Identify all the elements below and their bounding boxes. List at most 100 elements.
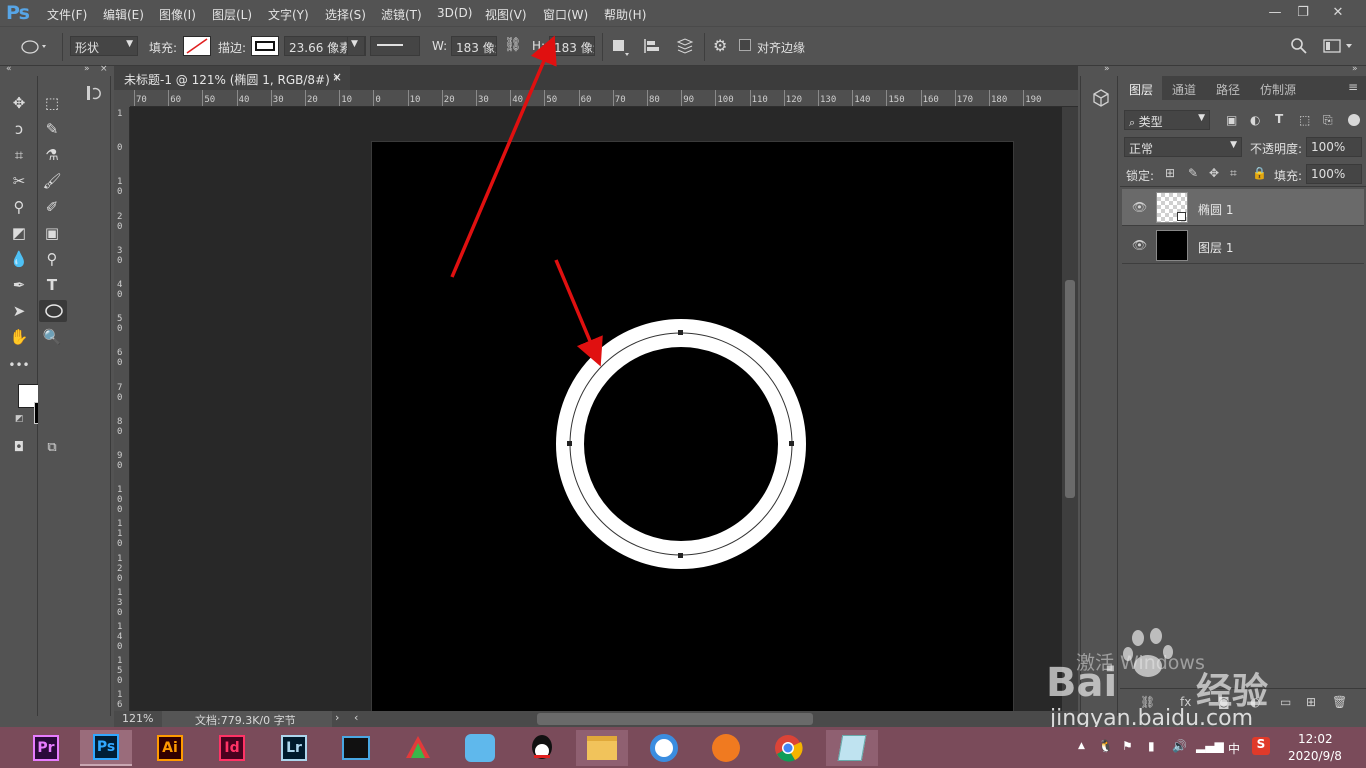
collapse-right-strip-icon[interactable]: » — [1104, 64, 1110, 74]
taskbar-lightroom[interactable]: Lr — [268, 730, 320, 766]
path-alignment-icon[interactable] — [642, 37, 664, 57]
filter-type-icon[interactable]: T — [1275, 112, 1283, 126]
stroke-swatch[interactable] — [251, 36, 279, 56]
filter-toggle-icon[interactable] — [1348, 114, 1360, 126]
tray-date[interactable]: 2020/9/8 — [1288, 749, 1342, 763]
tab-channels[interactable]: 通道 — [1163, 76, 1205, 100]
visibility-eye-icon[interactable]: 👁 — [1132, 238, 1147, 252]
status-menu-chevron-icon[interactable]: › — [335, 711, 339, 724]
layer-name[interactable]: 椭圆 1 — [1198, 201, 1233, 218]
tray-signal-icon[interactable]: ▂▄▆ — [1196, 739, 1224, 753]
tray-sogou-icon[interactable]: S — [1252, 737, 1270, 755]
close-window-button[interactable]: ✕ — [1325, 2, 1351, 22]
tray-network-flag-icon[interactable]: ⚑ — [1122, 739, 1133, 753]
fill-swatch[interactable] — [183, 36, 211, 56]
new-layer-icon[interactable]: ⊞ — [1306, 695, 1316, 709]
lasso-tool-icon[interactable]: ↄ — [7, 118, 31, 140]
add-mask-icon[interactable]: ◙ — [1218, 695, 1230, 709]
vertical-scrollbar-thumb[interactable] — [1065, 280, 1075, 498]
layer-name[interactable]: 图层 1 — [1198, 239, 1233, 256]
menu-3d[interactable]: 3D(D) — [437, 6, 472, 20]
path-arrangement-icon[interactable] — [674, 36, 698, 58]
taskbar-premiere[interactable]: Pr — [20, 730, 72, 766]
lock-artboard-icon[interactable]: ⌗ — [1230, 166, 1237, 181]
tray-time[interactable]: 12:02 — [1298, 732, 1333, 746]
horizontal-scrollbar-thumb[interactable] — [537, 713, 813, 725]
brush-tool-icon[interactable]: 🖌 — [40, 170, 64, 192]
type-tool-icon[interactable]: T — [40, 274, 64, 296]
crop-tool-icon[interactable]: ⌗ — [7, 144, 31, 166]
menu-view[interactable]: 视图(V) — [485, 6, 527, 23]
layer-filter-dropdown[interactable]: ⌕ 类型 ▼ — [1124, 110, 1210, 130]
close-document-icon[interactable]: × — [332, 70, 342, 84]
path-select-tool-icon[interactable]: ➤ — [7, 300, 31, 322]
blur-tool-icon[interactable]: 💧 — [7, 248, 31, 270]
hand-tool-icon[interactable]: ✋ — [7, 326, 31, 348]
delete-layer-icon[interactable]: 🗑 — [1332, 695, 1347, 709]
eraser-tool-icon[interactable]: ◩ — [7, 222, 31, 244]
menu-layer[interactable]: 图层(L) — [212, 6, 252, 23]
menu-type[interactable]: 文字(Y) — [268, 6, 309, 23]
tool-mode-dropdown[interactable]: 形状 ▼ — [70, 36, 138, 56]
anchor-point-top[interactable] — [678, 330, 683, 335]
filter-adjustment-icon[interactable]: ◐ — [1250, 113, 1260, 127]
more-tools-icon[interactable]: ••• — [7, 354, 31, 376]
opacity-field[interactable]: 100% — [1306, 137, 1362, 157]
history-panel-icon[interactable] — [85, 84, 103, 102]
height-field[interactable]: 183 像素 — [549, 36, 595, 56]
ellipse-tool-icon[interactable] — [42, 302, 66, 320]
menu-file[interactable]: 文件(F) — [47, 6, 87, 23]
minimize-button[interactable]: — — [1262, 2, 1288, 22]
ellipse-tool-preset-icon[interactable] — [18, 37, 50, 57]
menu-select[interactable]: 选择(S) — [325, 6, 366, 23]
panel-menu-icon[interactable]: ≡ — [1348, 80, 1358, 94]
move-tool-icon[interactable]: ✥ — [7, 92, 31, 114]
tab-paths[interactable]: 路径 — [1207, 76, 1249, 100]
zoom-level[interactable]: 121% — [122, 712, 153, 725]
menu-window[interactable]: 窗口(W) — [543, 6, 588, 23]
menu-filter[interactable]: 滤镜(T) — [381, 6, 422, 23]
stroke-type-dropdown[interactable] — [370, 36, 420, 56]
taskbar-app-orange[interactable] — [700, 730, 752, 766]
ellipse-shape-layer[interactable] — [372, 142, 1015, 712]
screen-mode-icon[interactable]: ⧉ — [40, 436, 64, 458]
gear-icon[interactable]: ⚙ — [713, 36, 727, 55]
stroke-size-dropdown[interactable]: ▼ — [347, 36, 365, 56]
taskbar-photoshop[interactable]: Ps — [80, 730, 132, 766]
taskbar-indesign[interactable]: Id — [206, 730, 258, 766]
anchor-point-right[interactable] — [789, 441, 794, 446]
healing-tool-icon[interactable]: ✂ — [7, 170, 31, 192]
lock-image-icon[interactable]: ✎ — [1188, 166, 1198, 180]
tab-layers[interactable]: 图层 — [1120, 76, 1163, 100]
filter-pixel-icon[interactable]: ▣ — [1226, 113, 1237, 127]
tray-volume-icon[interactable]: 🔊 — [1172, 739, 1187, 753]
visibility-eye-icon[interactable]: 👁 — [1132, 200, 1147, 214]
document-canvas[interactable] — [371, 141, 1014, 711]
lock-all-icon[interactable]: 🔒 — [1252, 166, 1267, 180]
tray-expand-icon[interactable]: ▲ — [1078, 741, 1085, 751]
close-panel-icon[interactable]: × — [100, 64, 108, 74]
ruler-origin[interactable] — [114, 90, 130, 107]
anchor-point-bottom[interactable] — [678, 553, 683, 558]
link-layers-icon[interactable]: ⛓ — [1140, 695, 1155, 709]
scroll-left-icon[interactable]: ‹ — [354, 711, 358, 724]
taskbar-chrome[interactable] — [762, 730, 814, 766]
filter-smart-object-icon[interactable]: ⎘ — [1323, 113, 1333, 128]
expand-panel-icon[interactable]: » — [84, 64, 90, 74]
tray-ime[interactable]: 中 — [1228, 740, 1240, 757]
tray-qq-icon[interactable]: 🐧 — [1098, 739, 1113, 753]
pen-tool-icon[interactable]: ✒ — [7, 274, 31, 296]
horizontal-ruler[interactable]: 70 60 50 40 30 20 10 0 10 20 30 40 50 60 70 80 90 100 110 1… — [130, 90, 1078, 107]
gradient-tool-icon[interactable]: ▣ — [40, 222, 64, 244]
quick-select-tool-icon[interactable]: ✎ — [40, 118, 64, 140]
document-tab[interactable]: 未标题-1 @ 121% (椭圆 1, RGB/8#) * × — [114, 66, 350, 90]
white-ring-shape[interactable] — [556, 319, 806, 569]
vertical-ruler[interactable]: 1 0 10 20 30 40 50 60 70 80 90 100 110 120 130 140 150 16 — [114, 107, 130, 711]
taskbar-app-cat[interactable] — [454, 730, 506, 766]
taskbar-app-colorful[interactable] — [392, 730, 444, 766]
tab-clone-source[interactable]: 仿制源 — [1251, 76, 1305, 100]
link-dimensions-icon[interactable]: ⛓ — [504, 37, 522, 53]
align-edges-checkbox[interactable] — [739, 39, 751, 51]
3d-panel-icon[interactable] — [1091, 88, 1111, 108]
taskbar-notes-app[interactable] — [826, 730, 878, 766]
